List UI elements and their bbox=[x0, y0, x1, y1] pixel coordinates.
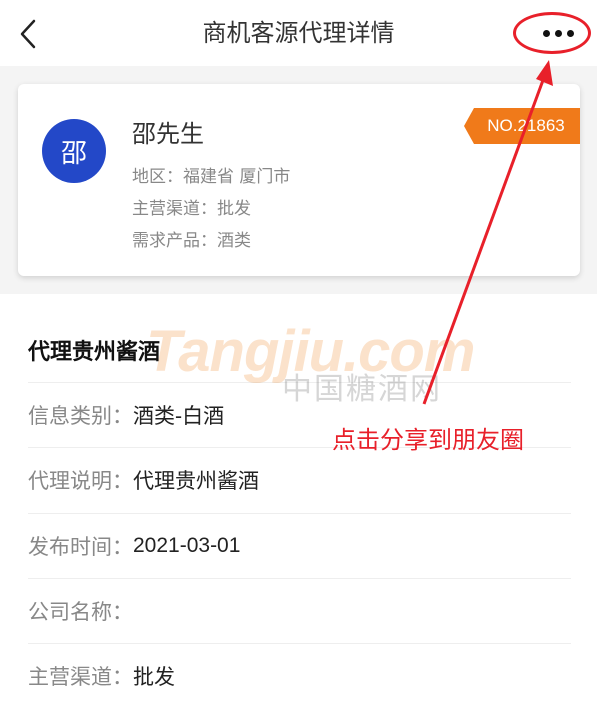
detail-title: 代理贵州酱酒 bbox=[28, 339, 161, 365]
row-value: 酒类-白酒 bbox=[133, 404, 225, 428]
info-row-channel: 主营渠道： 批发 bbox=[28, 643, 571, 708]
annotation-text: 点击分享到朋友圈 bbox=[332, 426, 524, 454]
number-badge: NO.21863 bbox=[464, 108, 580, 144]
watermark-logo: Tangjiu.com bbox=[146, 319, 475, 384]
contact-channel: 主营渠道：批发 bbox=[132, 199, 251, 219]
avatar: 邵 bbox=[42, 119, 106, 183]
annotation-ellipse bbox=[513, 12, 591, 54]
contact-product: 需求产品：酒类 bbox=[132, 231, 251, 251]
contact-name: 邵先生 bbox=[132, 120, 204, 148]
row-label: 公司名称： bbox=[28, 600, 133, 624]
row-label: 发布时间： bbox=[28, 535, 133, 559]
info-row-description: 代理说明： 代理贵州酱酒 bbox=[28, 447, 571, 512]
page-title: 商机客源代理详情 bbox=[202, 19, 395, 47]
contact-card: 邵 邵先生 地区：福建省 厦门市 主营渠道：批发 需求产品：酒类 NO.2186… bbox=[18, 84, 580, 276]
row-label: 信息类别： bbox=[28, 404, 133, 428]
row-value: 代理贵州酱酒 bbox=[133, 469, 259, 493]
info-row-publish-date: 发布时间： 2021-03-01 bbox=[28, 513, 571, 578]
row-label: 主营渠道： bbox=[28, 665, 133, 689]
info-row-company: 公司名称： bbox=[28, 578, 571, 643]
row-label: 代理说明： bbox=[28, 469, 133, 493]
top-nav-bar: 商机客源代理详情 bbox=[0, 0, 597, 66]
row-value: 批发 bbox=[133, 665, 175, 689]
row-value: 2021-03-01 bbox=[133, 534, 241, 557]
contact-section: 邵 邵先生 地区：福建省 厦门市 主营渠道：批发 需求产品：酒类 NO.2186… bbox=[0, 66, 597, 294]
contact-region: 地区：福建省 厦门市 bbox=[132, 167, 291, 187]
